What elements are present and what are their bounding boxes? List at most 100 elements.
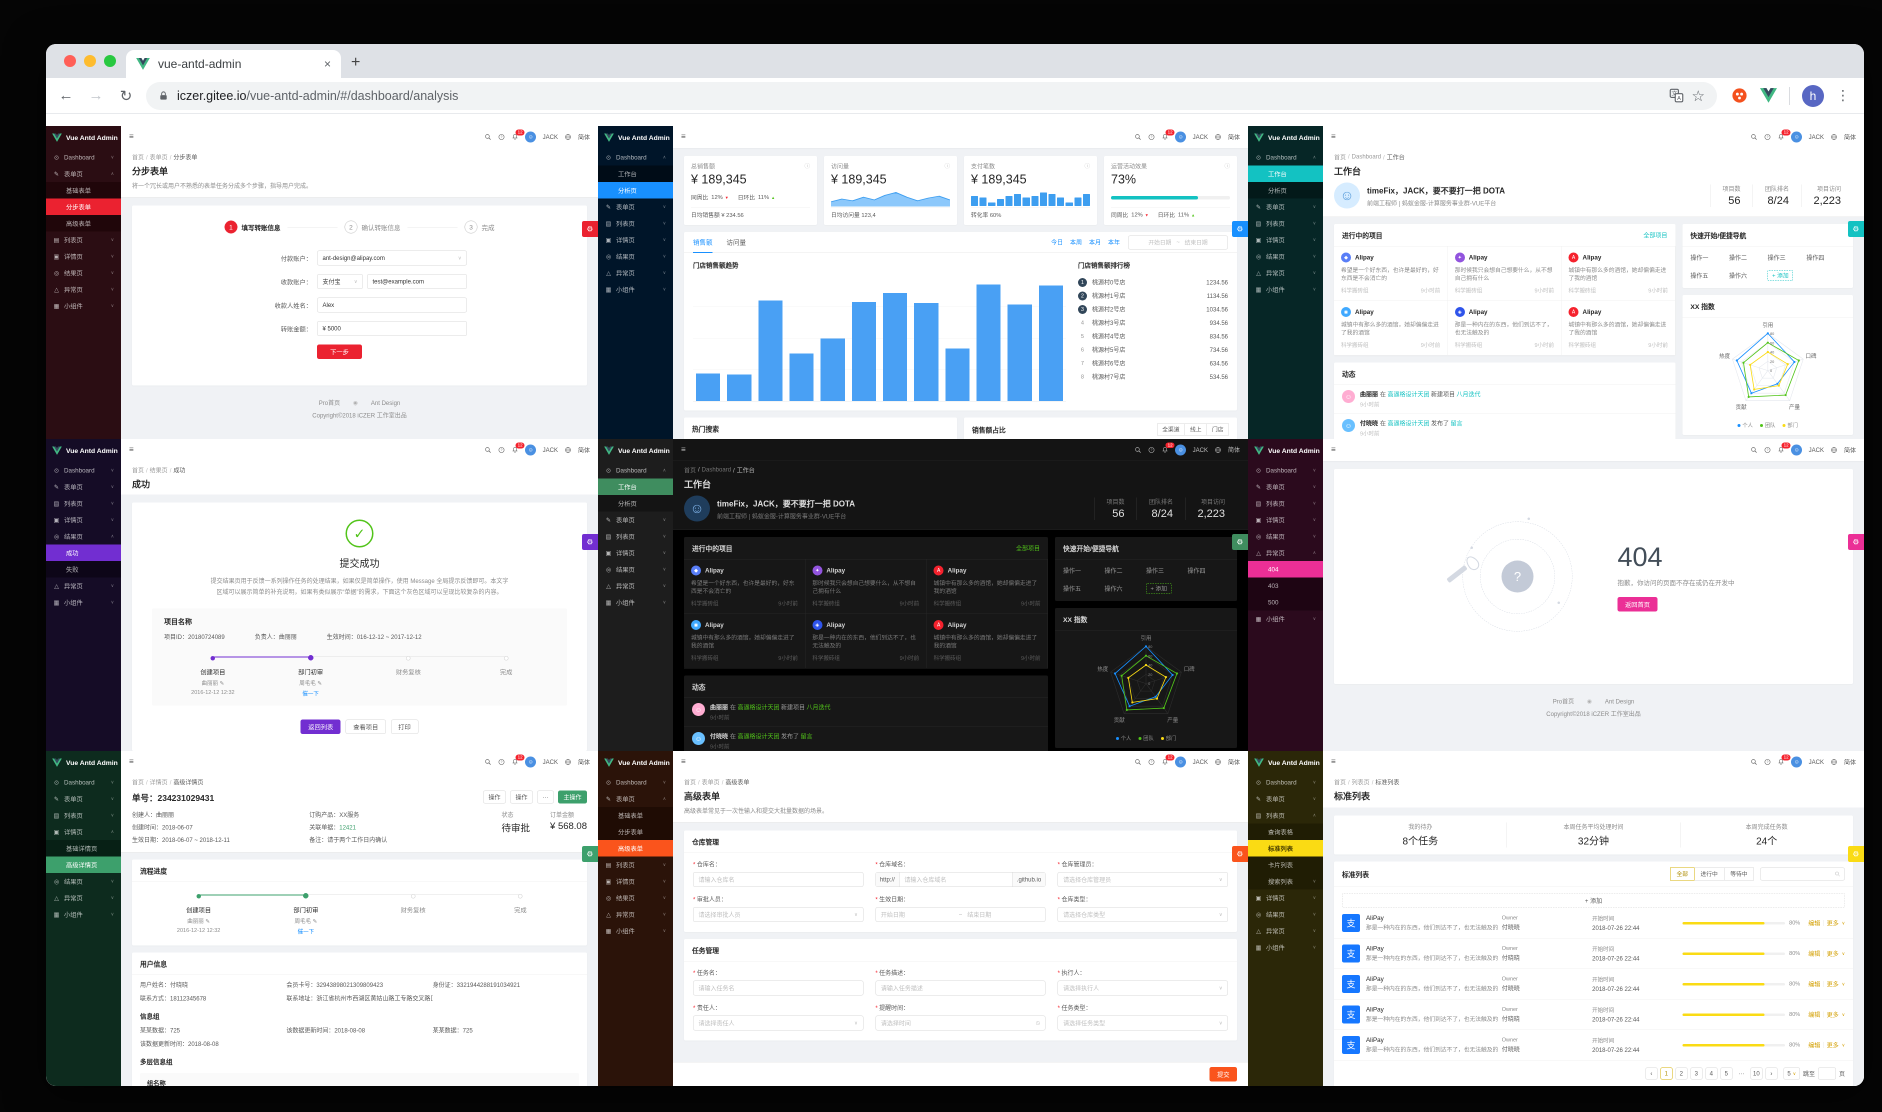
- payee-name-input[interactable]: Alex: [317, 297, 467, 313]
- sidebar-item[interactable]: △ 异常页 ∨: [598, 906, 673, 923]
- add-item-button[interactable]: + 添加: [1342, 893, 1845, 908]
- item-title[interactable]: AliPay: [1366, 976, 1502, 983]
- search-icon[interactable]: [1751, 447, 1758, 454]
- language-label[interactable]: 简体: [1228, 446, 1240, 455]
- notification-bell-icon[interactable]: 12: [512, 129, 525, 141]
- project-card[interactable]: ◈ Alipay 那是一种内在的东西，他们到达不了，也无法触及的 科学搬砖组 9小时前: [805, 614, 927, 669]
- edit-link[interactable]: 编辑: [1808, 919, 1820, 928]
- more-actions-button[interactable]: ···: [536, 790, 554, 804]
- sidebar-item[interactable]: ◎ 结果页 ∨: [1248, 906, 1323, 923]
- new-tab-button[interactable]: +: [351, 54, 360, 72]
- maximize-window-button[interactable]: [104, 55, 116, 67]
- sidebar-item[interactable]: ✎ 表单页 ∨: [598, 512, 673, 529]
- form-input[interactable]: 请输入任务描述: [875, 980, 1046, 996]
- sidebar-item[interactable]: ⊙ Dashboard ∨: [1248, 462, 1323, 479]
- range-link[interactable]: 本年: [1108, 238, 1120, 247]
- next-page-button[interactable]: ›: [1765, 1067, 1778, 1080]
- sidebar-item[interactable]: ✎ 表单页 ∨: [46, 791, 121, 808]
- language-label[interactable]: 简体: [578, 446, 590, 455]
- form-input[interactable]: 请选择仓库管理员 ∨: [1057, 872, 1228, 887]
- sidebar-item[interactable]: ▦ 小组件 ∨: [598, 594, 673, 611]
- sidebar-item[interactable]: 基础表单: [598, 807, 673, 824]
- sidebar-item[interactable]: 分步表单: [46, 198, 121, 215]
- sidebar-item[interactable]: ◎ 结果页 ∨: [1248, 528, 1323, 545]
- more-link[interactable]: 更多: [1827, 949, 1839, 958]
- page-number[interactable]: 4: [1705, 1067, 1718, 1080]
- breadcrumb-item[interactable]: 首页: [132, 778, 144, 787]
- language-globe-icon[interactable]: [1830, 759, 1837, 766]
- sidebar-collapse-icon[interactable]: ≡: [681, 133, 686, 142]
- language-label[interactable]: 简体: [578, 758, 590, 767]
- quick-link[interactable]: 操作三: [1768, 254, 1807, 263]
- username[interactable]: JACK: [543, 447, 558, 454]
- sidebar-item[interactable]: 失败: [46, 561, 121, 578]
- share-tab[interactable]: 全渠道: [1156, 423, 1185, 436]
- form-input[interactable]: http://请输入仓库域名 .github.io: [875, 872, 1046, 887]
- edit-link[interactable]: 编辑: [1808, 1010, 1820, 1019]
- item-title[interactable]: AliPay: [1366, 1037, 1502, 1044]
- help-icon[interactable]: ?: [1764, 447, 1771, 454]
- sidebar-item[interactable]: 分析页: [598, 182, 673, 199]
- project-card[interactable]: ◈ Alipay 那是一种内在的东西，他们到达不了，也无法触及的 科学搬砖组 9小时前: [1447, 301, 1562, 356]
- translate-icon[interactable]: 文A: [1669, 88, 1684, 103]
- app-logo[interactable]: Vue Antd Admin: [46, 439, 121, 462]
- sidebar-collapse-icon[interactable]: ≡: [129, 133, 134, 142]
- legend-item[interactable]: 个人: [1115, 735, 1131, 743]
- sidebar-item[interactable]: ◎ 结果页 ∨: [46, 873, 121, 890]
- feed-link[interactable]: 高逼格设计天团: [738, 733, 780, 740]
- sidebar-item[interactable]: 基础详情页: [46, 840, 121, 857]
- sidebar-item[interactable]: 404: [1248, 561, 1323, 578]
- breadcrumb-item[interactable]: 首页: [132, 153, 144, 162]
- page-number[interactable]: 2: [1675, 1067, 1688, 1080]
- page-number[interactable]: 5: [1720, 1067, 1733, 1080]
- filter-button[interactable]: 进行中: [1694, 867, 1725, 881]
- breadcrumb-item[interactable]: 分步表单: [170, 153, 197, 162]
- sidebar-item[interactable]: ▤ 列表页 ∨: [1248, 495, 1323, 512]
- print-button[interactable]: 打印: [390, 719, 419, 735]
- sidebar-item[interactable]: ▣ 详情页 ∨: [1248, 232, 1323, 249]
- vue-devtools-icon[interactable]: [1760, 88, 1777, 103]
- sidebar-item[interactable]: ✎ 表单页 ∨: [1248, 479, 1323, 496]
- app-logo[interactable]: Vue Antd Admin: [598, 751, 673, 774]
- notification-bell-icon[interactable]: 12: [1778, 442, 1791, 454]
- app-logo[interactable]: Vue Antd Admin: [598, 439, 673, 462]
- app-logo[interactable]: Vue Antd Admin: [598, 126, 673, 149]
- sidebar-item[interactable]: ⊙ Dashboard ∧: [1248, 149, 1323, 166]
- breadcrumb-item[interactable]: Dashboard: [698, 466, 731, 475]
- language-globe-icon[interactable]: [564, 134, 571, 141]
- sidebar-item[interactable]: ◎ 结果页 ∨: [598, 561, 673, 578]
- language-label[interactable]: 简体: [1844, 758, 1856, 767]
- project-card[interactable]: A Alipay 城镇中有那么多的酒馆，她却偏偏走进了我的酒馆 科学搬砖组 9小时前: [926, 559, 1048, 614]
- breadcrumb-item[interactable]: 表单页: [146, 153, 168, 162]
- username[interactable]: JACK: [543, 759, 558, 766]
- theme-settings-button[interactable]: ⚙: [1848, 846, 1864, 862]
- sidebar-item[interactable]: ⊙ Dashboard ∨: [46, 462, 121, 479]
- share-tab[interactable]: 门店: [1207, 423, 1229, 436]
- feed-link[interactable]: 留言: [801, 733, 813, 740]
- sidebar-item[interactable]: △ 异常页 ∨: [598, 265, 673, 282]
- form-input[interactable]: 请选择执行人 ∨: [1057, 980, 1228, 996]
- page-number[interactable]: 3: [1690, 1067, 1703, 1080]
- help-icon[interactable]: ?: [1148, 134, 1155, 141]
- sidebar-item[interactable]: ⊙ Dashboard ∨: [1248, 774, 1323, 791]
- sidebar-item[interactable]: ◎ 结果页 ∨: [1248, 248, 1323, 265]
- sidebar-item[interactable]: ▦ 小组件 ∨: [598, 281, 673, 298]
- sidebar-item[interactable]: ▤ 列表页 ∨: [1248, 215, 1323, 232]
- breadcrumb-item[interactable]: 高级表单: [722, 778, 749, 787]
- page-number[interactable]: ···: [1735, 1067, 1748, 1080]
- date-range-picker[interactable]: 开始日期 ~ 结束日期: [1128, 235, 1228, 250]
- search-icon[interactable]: [1135, 134, 1142, 141]
- browser-menu-icon[interactable]: ⋮: [1836, 87, 1850, 104]
- language-label[interactable]: 简体: [578, 133, 590, 142]
- footer-link-pro[interactable]: Pro首页: [1553, 697, 1574, 706]
- help-icon[interactable]: ?: [498, 447, 505, 454]
- breadcrumb-item[interactable]: 表单页: [698, 778, 720, 787]
- sidebar-item[interactable]: ▦ 小组件 ∨: [46, 594, 121, 611]
- language-label[interactable]: 简体: [1844, 446, 1856, 455]
- user-avatar[interactable]: ☺: [1791, 131, 1803, 143]
- range-link[interactable]: 今日: [1051, 238, 1063, 247]
- language-label[interactable]: 简体: [1228, 133, 1240, 142]
- project-card[interactable]: A Alipay 城镇中有那么多的酒馆，她却偏偏走进了我的酒馆 科学搬砖组 9小时前: [926, 614, 1048, 669]
- sidebar-item[interactable]: 成功: [46, 544, 121, 561]
- username[interactable]: JACK: [1193, 446, 1208, 453]
